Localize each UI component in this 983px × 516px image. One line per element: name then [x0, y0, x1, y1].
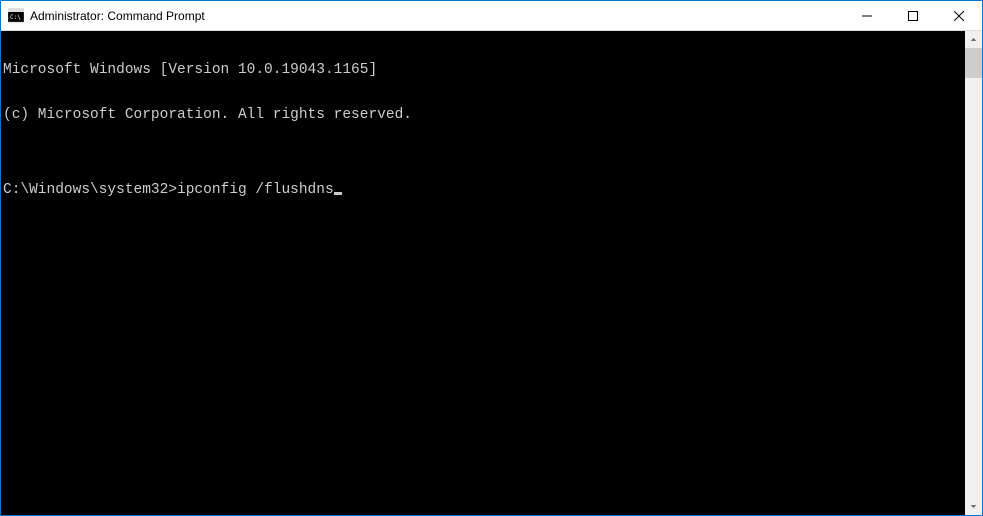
scroll-down-button[interactable]	[965, 498, 982, 515]
window-controls	[844, 1, 982, 30]
terminal-prompt-line: C:\Windows\system32>ipconfig /flushdns	[3, 183, 965, 198]
terminal-output[interactable]: Microsoft Windows [Version 10.0.19043.11…	[1, 31, 965, 515]
window-title: Administrator: Command Prompt	[30, 9, 844, 23]
scrollbar-track[interactable]	[965, 48, 982, 498]
chevron-up-icon	[970, 36, 977, 43]
terminal-line: (c) Microsoft Corporation. All rights re…	[3, 108, 965, 123]
scroll-up-button[interactable]	[965, 31, 982, 48]
vertical-scrollbar[interactable]	[965, 31, 982, 515]
content-area: Microsoft Windows [Version 10.0.19043.11…	[1, 31, 982, 515]
terminal-prompt: C:\Windows\system32>	[3, 183, 177, 198]
close-button[interactable]	[936, 1, 982, 30]
terminal-command: ipconfig /flushdns	[177, 183, 334, 198]
svg-text:C:\: C:\	[10, 14, 21, 21]
scrollbar-thumb[interactable]	[965, 48, 982, 78]
terminal-cursor	[334, 192, 342, 195]
maximize-icon	[908, 11, 918, 21]
minimize-button[interactable]	[844, 1, 890, 30]
chevron-down-icon	[970, 503, 977, 510]
maximize-button[interactable]	[890, 1, 936, 30]
minimize-icon	[862, 11, 872, 21]
titlebar[interactable]: C:\ Administrator: Command Prompt	[1, 1, 982, 31]
command-prompt-window: C:\ Administrator: Command Prompt	[0, 0, 983, 516]
terminal-line: Microsoft Windows [Version 10.0.19043.11…	[3, 63, 965, 78]
close-icon	[954, 11, 964, 21]
cmd-icon: C:\	[8, 8, 24, 24]
